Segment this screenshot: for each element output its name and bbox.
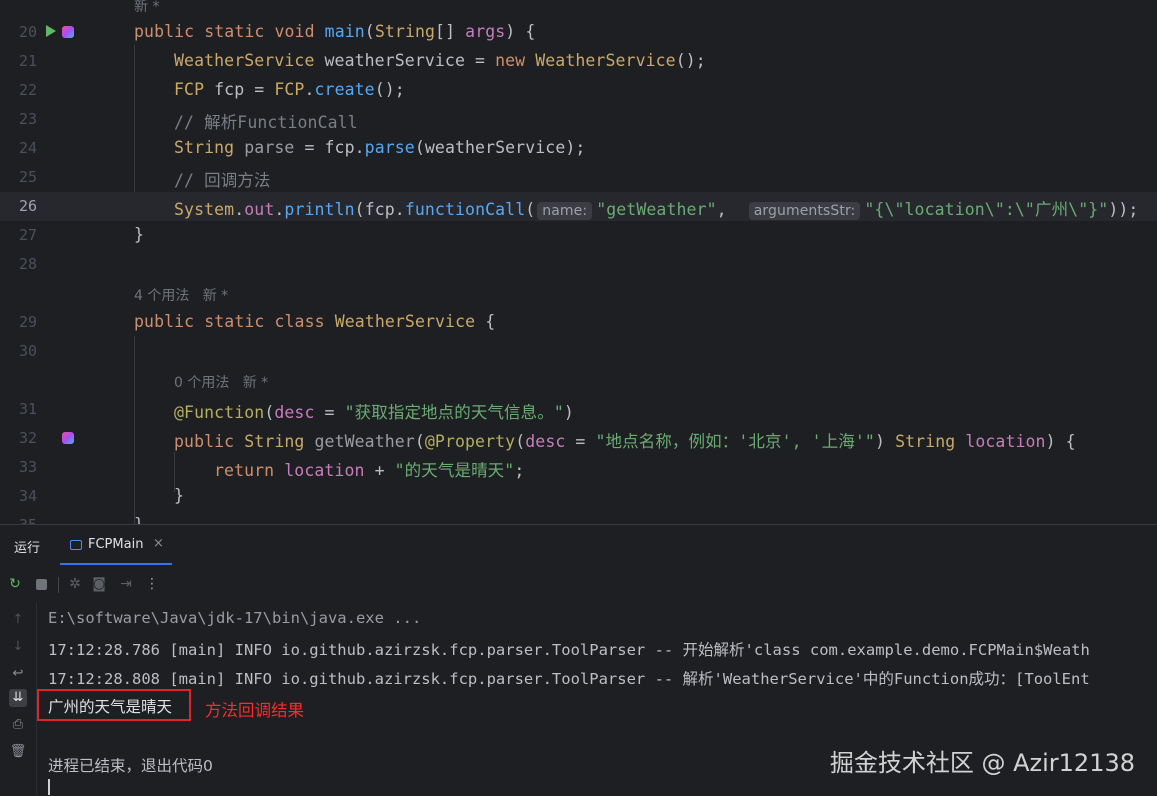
code-line-33[interactable]: 33 return location + "的天气是晴天"; — [0, 453, 1157, 482]
watermark: 掘金技术社区 @ Azir12138 — [829, 749, 1135, 777]
run-panel-title: 运行 — [14, 541, 41, 556]
close-icon[interactable]: × — [153, 536, 164, 551]
trash-icon[interactable]: 🗑 — [9, 743, 27, 761]
stop-icon[interactable] — [36, 579, 47, 590]
run-tab-bar: 运行 FCPMain × — [0, 525, 1157, 565]
usage-hint[interactable]: 4 个用法 新 * — [134, 285, 228, 305]
inlay-hint-arguments: argumentsStr: — [748, 202, 861, 220]
code-editor[interactable]: 新 * 20 public static void main(String[] … — [0, 0, 1157, 524]
line-number: 24 — [18, 139, 37, 157]
code-line[interactable]: 新 * — [0, 0, 1157, 19]
code-text: public static void main(String[] args) { — [134, 22, 536, 41]
line-number: 33 — [18, 458, 37, 476]
run-icon[interactable] — [46, 25, 56, 37]
code-line-21[interactable]: 21 WeatherService weatherService = new W… — [0, 47, 1157, 76]
code-line-28[interactable]: 28 — [0, 250, 1157, 279]
line-number: 23 — [18, 110, 37, 128]
code-line-35[interactable]: 35 } — [0, 511, 1157, 524]
inlay-hint-name: name: — [537, 202, 593, 220]
console-line: 进程已结束，退出代码0 — [48, 757, 213, 775]
rerun-icon[interactable]: ↻ — [6, 575, 24, 593]
code-text: String parse = fcp.parse(weatherService)… — [174, 138, 586, 157]
code-text: public String getWeather(@Property(desc … — [174, 432, 1076, 451]
line-number: 30 — [18, 342, 37, 360]
console-line: 17:12:28.786 [main] INFO io.github.azirz… — [48, 641, 1090, 659]
code-text: } — [134, 515, 144, 524]
code-text: @Function(desc = "获取指定地点的天气信息。") — [174, 403, 574, 422]
line-number: 34 — [18, 487, 37, 505]
line-number: 32 — [18, 429, 37, 447]
implementation-icon[interactable] — [62, 432, 74, 444]
tab-label: FCPMain — [88, 537, 144, 552]
line-number: 20 — [18, 23, 37, 41]
code-text: return location + "的天气是晴天"; — [214, 461, 525, 480]
print-icon[interactable]: ⎙ — [9, 716, 27, 734]
code-line-29[interactable]: 29 public static class WeatherService { — [0, 308, 1157, 337]
usage-hint[interactable]: 0 个用法 新 * — [174, 372, 268, 392]
code-line-26[interactable]: 26 System.out.println(fcp.functionCall(n… — [0, 192, 1157, 221]
console-sidebar: ↑ ↓ ↩ ⇊ ⎙ 🗑 — [0, 603, 37, 796]
text-cursor — [48, 779, 50, 795]
code-line-20[interactable]: 20 public static void main(String[] args… — [0, 18, 1157, 47]
line-number: 21 — [18, 52, 37, 70]
code-text: System.out.println(fcp.functionCall(name… — [174, 200, 1139, 220]
code-comment: // 解析FunctionCall — [174, 113, 358, 132]
code-line-34[interactable]: 34 } — [0, 482, 1157, 511]
debug-icon[interactable]: ✲ — [66, 575, 84, 593]
run-toolbar: ↻ ✲ ◙ ⇥ ⋮ — [0, 567, 1157, 601]
application-icon — [70, 540, 82, 550]
code-line-24[interactable]: 24 String parse = fcp.parse(weatherServi… — [0, 134, 1157, 163]
scroll-to-end-icon[interactable]: ⇊ — [9, 689, 27, 707]
up-arrow-icon[interactable]: ↑ — [9, 611, 27, 629]
console-result-line: 广州的天气是晴天 — [48, 698, 173, 716]
console-line: 17:12:28.808 [main] INFO io.github.azirz… — [48, 670, 1090, 688]
line-number: 28 — [18, 255, 37, 273]
code-line[interactable]: 4 个用法 新 * — [0, 279, 1157, 308]
down-arrow-icon[interactable]: ↓ — [9, 638, 27, 656]
code-comment: // 回调方法 — [174, 171, 271, 190]
usage-hint[interactable]: 新 * — [134, 0, 159, 16]
line-number: 26 — [18, 197, 37, 215]
more-icon[interactable]: ⋮ — [143, 575, 161, 593]
line-number: 29 — [18, 313, 37, 331]
code-line-31[interactable]: 31 @Function(desc = "获取指定地点的天气信息。") — [0, 395, 1157, 424]
soft-wrap-icon[interactable]: ↩ — [9, 665, 27, 683]
exit-icon[interactable]: ⇥ — [117, 575, 135, 593]
code-line-23[interactable]: 23 // 解析FunctionCall — [0, 105, 1157, 134]
code-text: public static class WeatherService { — [134, 312, 496, 331]
code-line-22[interactable]: 22 FCP fcp = FCP.create(); — [0, 76, 1157, 105]
annotation-label: 方法回调结果 — [205, 701, 304, 720]
line-number: 27 — [18, 226, 37, 244]
line-number: 31 — [18, 400, 37, 418]
implementation-icon[interactable] — [62, 26, 74, 38]
code-line-32[interactable]: 32 public String getWeather(@Property(de… — [0, 424, 1157, 453]
console-line: E:\software\Java\jdk-17\bin\java.exe ... — [48, 609, 422, 627]
code-line-30[interactable]: 30 — [0, 337, 1157, 366]
code-line-27[interactable]: 27 } — [0, 221, 1157, 250]
code-text: } — [134, 225, 145, 244]
tab-fcpmain[interactable]: FCPMain × — [60, 525, 172, 565]
screenshot-icon[interactable]: ◙ — [90, 575, 108, 593]
code-text: } — [174, 486, 185, 505]
line-number: 22 — [18, 81, 37, 99]
code-line-25[interactable]: 25 // 回调方法 — [0, 163, 1157, 192]
code-line[interactable]: 0 个用法 新 * — [0, 366, 1157, 395]
code-text: FCP fcp = FCP.create(); — [174, 80, 405, 99]
line-number: 35 — [0, 516, 37, 524]
line-number: 25 — [18, 168, 37, 186]
toolbar-separator — [58, 577, 59, 593]
code-text: WeatherService weatherService = new Weat… — [174, 51, 706, 70]
